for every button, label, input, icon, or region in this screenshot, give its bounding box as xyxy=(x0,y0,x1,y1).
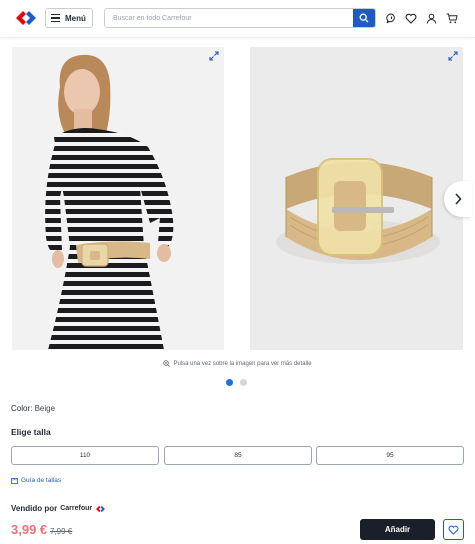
search-bar xyxy=(104,8,376,28)
favorite-button[interactable] xyxy=(443,519,464,540)
menu-button[interactable]: Menú xyxy=(45,8,93,28)
search-input[interactable] xyxy=(105,9,355,27)
heart-icon xyxy=(448,525,459,535)
color-row: Color: Beige xyxy=(11,404,55,413)
size-option-85[interactable]: 85 xyxy=(164,446,312,465)
gallery-pagination xyxy=(226,379,247,386)
zoom-hint: Pulsa una vez sobre la imagen para ver m… xyxy=(0,360,475,367)
current-price: 3,99 € xyxy=(11,522,48,537)
expand-icon[interactable] xyxy=(209,51,219,61)
carrefour-logo[interactable] xyxy=(14,9,38,27)
size-title: Elige talla xyxy=(11,427,51,437)
zoom-icon xyxy=(163,360,171,367)
product-image-model[interactable] xyxy=(12,47,224,350)
seller-name[interactable]: Carrefour xyxy=(60,505,92,512)
add-to-cart-button[interactable]: Añadir xyxy=(360,519,435,540)
search-icon xyxy=(359,13,369,23)
expand-icon[interactable] xyxy=(448,51,458,61)
hamburger-icon xyxy=(51,14,60,22)
product-image-belt[interactable] xyxy=(250,47,463,350)
seller-row: Vendido por Carrefour xyxy=(11,504,106,513)
belt-photo xyxy=(250,47,463,350)
size-guide-text: Guía de tallas xyxy=(21,477,62,484)
size-option-95[interactable]: 95 xyxy=(316,446,464,465)
zoom-hint-text: Pulsa una vez sobre la imagen para ver m… xyxy=(173,360,312,367)
carrefour-small-logo xyxy=(96,505,106,512)
sold-by-label: Vendido por xyxy=(11,504,58,513)
old-price: 7,99 € xyxy=(50,527,73,536)
search-button[interactable] xyxy=(353,9,375,27)
user-icon[interactable] xyxy=(424,11,438,25)
model-photo xyxy=(12,47,224,350)
chevron-right-icon xyxy=(455,193,462,205)
size-guide-link[interactable]: Guía de tallas xyxy=(11,477,61,484)
ruler-icon xyxy=(11,477,18,484)
color-label: Color: xyxy=(11,404,33,413)
heart-icon[interactable] xyxy=(404,11,418,25)
gallery-dot-2[interactable] xyxy=(240,379,247,386)
menu-label: Menú xyxy=(65,13,86,23)
size-option-110[interactable]: 110 xyxy=(11,446,159,465)
chat-icon[interactable] xyxy=(384,11,398,25)
gallery-next-button[interactable] xyxy=(444,181,472,217)
gallery-dot-1[interactable] xyxy=(226,379,233,386)
size-options: 110 85 95 xyxy=(11,446,464,465)
site-header: Menú xyxy=(0,0,475,38)
cart-icon[interactable] xyxy=(445,11,459,25)
color-value: Beige xyxy=(34,404,56,413)
